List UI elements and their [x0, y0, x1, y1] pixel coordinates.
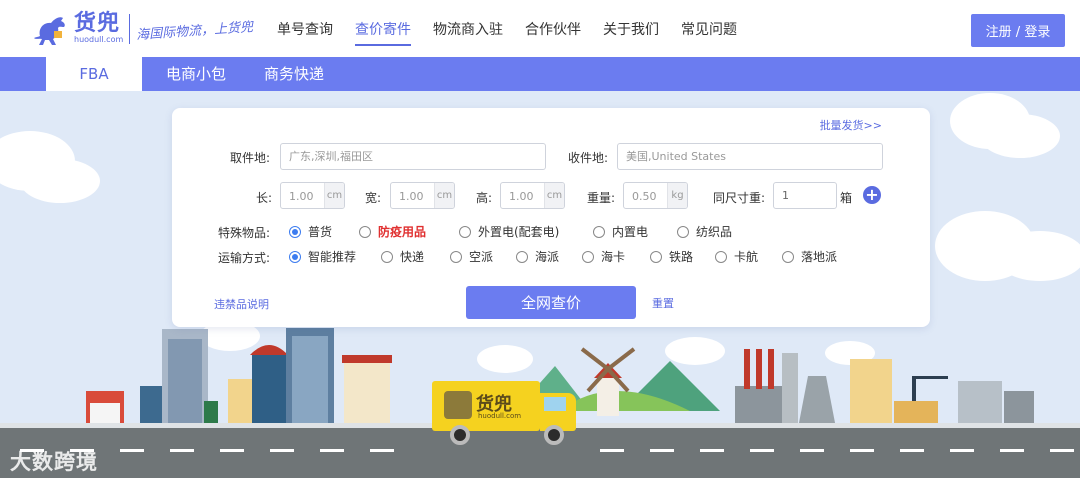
transport-option-label: 卡航: [734, 250, 759, 264]
nav-item-provider-join[interactable]: 物流商入驻: [433, 0, 503, 57]
special-goods-label: 特殊物品:: [217, 226, 270, 240]
tab-business-express[interactable]: 商务快递: [246, 57, 342, 91]
prohibited-items-link[interactable]: 违禁品说明: [214, 296, 269, 312]
logo-divider: [129, 14, 131, 44]
transport-option-rail[interactable]: 铁路: [650, 248, 693, 265]
nav-item-partners[interactable]: 合作伙伴: [525, 0, 581, 57]
special-option-epidemic-supplies[interactable]: 防疫用品: [359, 223, 426, 240]
height-value: 1.00: [509, 190, 534, 203]
radio-icon: [516, 250, 528, 263]
transport-option-sea-truck[interactable]: 海卡: [582, 248, 625, 265]
length-unit: cm: [324, 183, 344, 208]
truck-wheel-front: [544, 425, 564, 445]
transport-option-label: 快递: [400, 250, 425, 264]
batch-shipping-link[interactable]: 批量发货>>: [820, 117, 882, 133]
reset-link[interactable]: 重置: [652, 295, 674, 311]
weight-unit: kg: [667, 183, 687, 208]
length-input[interactable]: 1.00 cm: [280, 182, 345, 209]
nav-item-faq[interactable]: 常见问题: [681, 0, 737, 57]
truck-window: [544, 397, 566, 411]
tab-ecommerce-parcel[interactable]: 电商小包: [148, 57, 244, 91]
special-option-external-battery[interactable]: 外置电(配套电): [459, 223, 559, 240]
transport-option-express[interactable]: 快递: [381, 248, 424, 265]
top-header: 货兜 huodull.com 海国际物流，上货兜 单号查询 查价寄件 物流商入驻…: [0, 0, 1080, 57]
transport-option-label: 铁路: [669, 250, 694, 264]
width-label: 宽:: [364, 191, 381, 205]
transport-option-label: 海卡: [601, 250, 626, 264]
transport-option-smart[interactable]: 智能推荐: [289, 248, 356, 265]
length-value: 1.00: [289, 190, 314, 203]
delivery-truck-illustration: 货兜 huodull.com: [432, 381, 577, 446]
radio-icon: [715, 250, 727, 263]
special-option-built-in-battery[interactable]: 内置电: [593, 223, 648, 240]
box-unit-label: 箱: [840, 191, 853, 205]
radio-icon: [459, 225, 471, 238]
radio-icon: [593, 225, 605, 238]
weight-label: 重量:: [586, 191, 615, 205]
special-option-label: 普货: [308, 225, 333, 239]
same-size-label: 同尺寸重:: [712, 191, 765, 205]
service-tabbar: FBA 电商小包 商务快递: [0, 57, 1080, 91]
transport-option-truck[interactable]: 卡航: [715, 248, 758, 265]
transport-option-last-mile[interactable]: 落地派: [782, 248, 837, 265]
special-option-label: 防疫用品: [378, 225, 427, 239]
radio-icon: [782, 250, 794, 263]
truck-domain-text: huodull.com: [478, 412, 522, 420]
search-price-button[interactable]: 全网查价: [466, 286, 636, 319]
width-unit: cm: [434, 183, 454, 208]
logo-slogan: 海国际物流，上货兜: [136, 19, 254, 43]
radio-icon: [677, 225, 689, 238]
height-label: 高:: [475, 191, 492, 205]
delivery-label: 收件地:: [567, 151, 608, 165]
special-option-label: 外置电(配套电): [478, 225, 560, 239]
radio-icon: [359, 225, 371, 238]
pickup-label: 取件地:: [229, 151, 270, 165]
width-value: 1.00: [399, 190, 424, 203]
logo-text: 货兜 huodull.com: [74, 13, 123, 45]
nav-item-about[interactable]: 关于我们: [603, 0, 659, 57]
radio-icon: [289, 250, 301, 263]
register-login-button[interactable]: 注册 / 登录: [971, 14, 1065, 47]
box-quantity-input[interactable]: 1: [773, 182, 837, 209]
truck-logo-badge: [444, 391, 472, 419]
radio-icon: [582, 250, 594, 263]
transport-option-label: 落地派: [801, 250, 838, 264]
transport-option-label: 智能推荐: [308, 250, 357, 264]
quote-form-card: 批量发货>> 取件地: 广东,深圳,福田区 收件地: 美国,United Sta…: [172, 108, 930, 327]
transport-option-air[interactable]: 空派: [450, 248, 493, 265]
transport-option-sea[interactable]: 海派: [516, 248, 559, 265]
site-logo[interactable]: 货兜 huodull.com 海国际物流，上货兜: [34, 12, 254, 46]
kangaroo-logo-icon: [34, 17, 65, 45]
add-package-icon[interactable]: +: [863, 186, 881, 204]
length-label: 长:: [255, 191, 272, 205]
width-input[interactable]: 1.00 cm: [390, 182, 455, 209]
radio-icon: [450, 250, 462, 263]
weight-input[interactable]: 0.50 kg: [623, 182, 688, 209]
transport-option-label: 海派: [535, 250, 560, 264]
main-nav: 单号查询 查价寄件 物流商入驻 合作伙伴 关于我们 常见问题: [277, 0, 759, 57]
height-unit: cm: [544, 183, 564, 208]
watermark-text: 大数跨境: [10, 450, 98, 474]
special-option-general[interactable]: 普货: [289, 223, 332, 240]
tab-fba[interactable]: FBA: [46, 57, 142, 91]
transport-option-label: 空派: [469, 250, 494, 264]
transport-method-label: 运输方式:: [217, 251, 270, 265]
nav-item-tracking[interactable]: 单号查询: [277, 0, 333, 57]
pickup-address-input[interactable]: 广东,深圳,福田区: [280, 143, 546, 170]
radio-icon: [289, 225, 301, 238]
radio-icon: [650, 250, 662, 263]
special-option-label: 内置电: [612, 225, 649, 239]
logo-domain: huodull.com: [74, 35, 124, 44]
nav-item-quote[interactable]: 查价寄件: [355, 0, 411, 57]
height-input[interactable]: 1.00 cm: [500, 182, 565, 209]
truck-wheel-rear: [450, 425, 470, 445]
special-option-textiles[interactable]: 纺织品: [677, 223, 732, 240]
delivery-address-input[interactable]: 美国,United States: [617, 143, 883, 170]
weight-value: 0.50: [632, 190, 657, 203]
logo-brand: 货兜: [74, 11, 121, 36]
radio-icon: [381, 250, 393, 263]
special-option-label: 纺织品: [696, 225, 733, 239]
